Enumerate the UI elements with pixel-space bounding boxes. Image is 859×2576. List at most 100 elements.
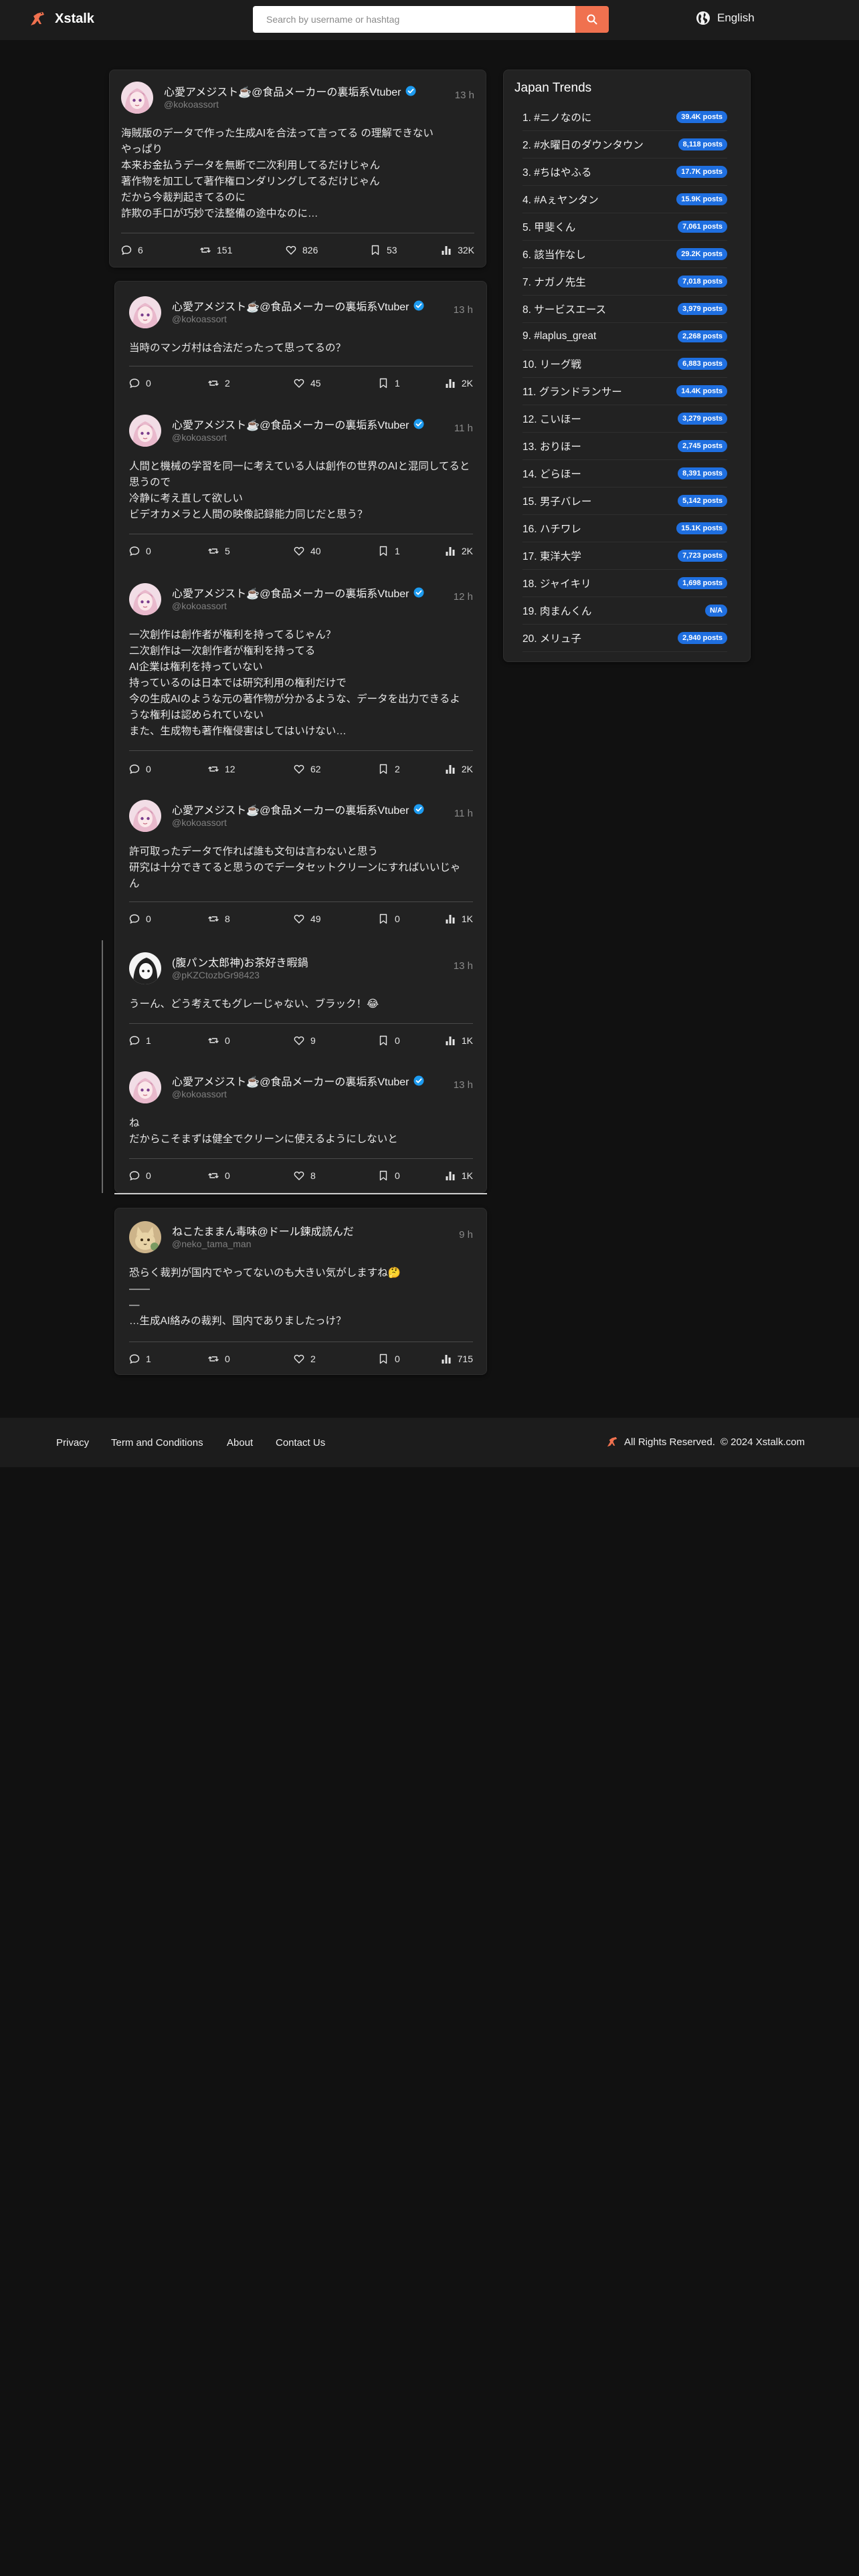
view-count: 2K	[461, 378, 473, 389]
tweet[interactable]: ねこたままん毒味@ドール鍊成読んだ @neko_tama_man 9 h 恐らく裁判が…	[129, 1221, 473, 1368]
retweet-button[interactable]: 0	[208, 1354, 230, 1364]
view-count: 1K	[461, 914, 473, 924]
bookmark-button[interactable]: 53	[370, 245, 397, 255]
search-input[interactable]	[253, 6, 575, 33]
tweet[interactable]: (腹パン太郎神)お茶好き暇鍋 @pKZCtozbGr98423 13 h うーん、どう…	[129, 952, 473, 1050]
search-button[interactable]	[575, 6, 609, 33]
tweet-actions: 0 2 45 1 2K	[129, 378, 473, 391]
footer-link-about[interactable]: About	[227, 1437, 253, 1448]
reply-button[interactable]: 1	[129, 1035, 151, 1046]
trend-name: 9. #laplus_great	[522, 330, 597, 342]
bookmark-button[interactable]: 2	[378, 764, 400, 774]
author-name[interactable]: ねこたままん毒味@ドール鍊成読んだ	[172, 1222, 354, 1239]
avatar[interactable]	[129, 800, 161, 832]
footer-link-contact[interactable]: Contact Us	[276, 1437, 325, 1448]
tweet[interactable]: 心愛アメジスト☕️@食品メーカーの裏垢系Vtuber @kokoassort 11 …	[129, 800, 473, 928]
retweet-button[interactable]: 0	[208, 1035, 230, 1046]
bookmark-button[interactable]: 0	[378, 1035, 400, 1046]
avatar[interactable]	[129, 1221, 161, 1253]
like-button[interactable]: 2	[294, 1354, 316, 1364]
trend-item[interactable]: 14. どらほー 8,391 posts	[522, 460, 727, 488]
author-name[interactable]: 心愛アメジスト☕️@食品メーカーの裏垢系Vtuber	[172, 298, 409, 314]
author-handle[interactable]: @kokoassort	[172, 314, 227, 324]
retweet-button[interactable]: 0	[208, 1170, 230, 1181]
retweet-button[interactable]: 12	[208, 764, 235, 774]
author-handle[interactable]: @pKZCtozbGr98423	[172, 970, 260, 980]
trend-item[interactable]: 5. 甲斐くん 7,061 posts	[522, 213, 727, 241]
language-selector[interactable]: English	[696, 11, 755, 25]
trend-item[interactable]: 19. 肉まんくん N/A	[522, 597, 727, 625]
author-name[interactable]: (腹パン太郎神)お茶好き暇鍋	[172, 954, 308, 970]
bookmark-button[interactable]: 0	[378, 914, 400, 924]
like-button[interactable]: 62	[294, 764, 321, 774]
retweet-button[interactable]: 151	[200, 245, 232, 255]
bookmark-icon	[379, 914, 387, 924]
trend-item[interactable]: 10. リーグ戦 6,883 posts	[522, 350, 727, 378]
trend-item[interactable]: 18. ジャイキリ 1,698 posts	[522, 570, 727, 597]
retweet-count: 0	[225, 1354, 230, 1364]
tweet[interactable]: 心愛アメジスト☕️@食品メーカーの裏垢系Vtuber @kokoassort 11 …	[129, 415, 473, 560]
reply-button[interactable]: 0	[129, 546, 151, 556]
footer-link-privacy[interactable]: Privacy	[56, 1437, 89, 1448]
author-name[interactable]: 心愛アメジスト☕️@食品メーカーの裏垢系Vtuber	[172, 416, 409, 432]
reply-button[interactable]: 0	[129, 764, 151, 774]
tweet-timestamp: 11 h	[454, 808, 473, 819]
author-handle[interactable]: @neko_tama_man	[172, 1239, 252, 1249]
bookmark-button[interactable]: 1	[378, 546, 400, 556]
trend-item[interactable]: 3. #ちはやふる 17.7K posts	[522, 158, 727, 186]
trend-item[interactable]: 15. 男子バレー 5,142 posts	[522, 488, 727, 515]
trend-item[interactable]: 2. #水曜日のダウンタウン 8,118 posts	[522, 131, 727, 158]
trend-item[interactable]: 9. #laplus_great 2,268 posts	[522, 323, 727, 350]
footer-link-terms[interactable]: Term and Conditions	[111, 1437, 203, 1448]
like-button[interactable]: 40	[294, 546, 321, 556]
bookmark-button[interactable]: 0	[378, 1354, 400, 1364]
like-button[interactable]: 49	[294, 914, 321, 924]
trend-item[interactable]: 1. #ニノなのに 39.4K posts	[522, 104, 727, 131]
bookmark-button[interactable]: 0	[378, 1170, 400, 1181]
avatar[interactable]	[129, 952, 161, 984]
author-name[interactable]: 心愛アメジスト☕️@食品メーカーの裏垢系Vtuber	[172, 801, 409, 817]
trend-item[interactable]: 17. 東洋大学 7,723 posts	[522, 542, 727, 570]
avatar[interactable]	[121, 82, 153, 114]
trend-item[interactable]: 7. ナガノ先生 7,018 posts	[522, 268, 727, 296]
reply-button[interactable]: 0	[129, 914, 151, 924]
retweet-button[interactable]: 5	[208, 546, 230, 556]
author-name[interactable]: 心愛アメジスト☕️@食品メーカーの裏垢系Vtuber	[172, 584, 409, 601]
author-name[interactable]: 心愛アメジスト☕️@食品メーカーの裏垢系Vtuber	[172, 1073, 409, 1089]
brand-logo[interactable]: Xstalk	[28, 9, 94, 28]
trend-item[interactable]: 13. おりほー 2,745 posts	[522, 433, 727, 460]
bookmark-count: 2	[395, 764, 400, 774]
retweet-button[interactable]: 2	[208, 378, 230, 389]
reply-button[interactable]: 1	[129, 1354, 151, 1364]
trend-item[interactable]: 16. ハチワレ 15.1K posts	[522, 515, 727, 542]
avatar[interactable]	[129, 296, 161, 328]
trend-item[interactable]: 8. サービスエース 3,979 posts	[522, 296, 727, 323]
trend-item[interactable]: 4. #Aぇヤンタン 15.9K posts	[522, 186, 727, 213]
retweet-button[interactable]: 8	[208, 914, 230, 924]
author-handle[interactable]: @kokoassort	[172, 817, 227, 828]
bookmark-button[interactable]: 1	[378, 378, 400, 389]
tweet[interactable]: 心愛アメジスト☕️@食品メーカーの裏垢系Vtuber @kokoassort 13 …	[129, 296, 473, 393]
trend-item[interactable]: 6. 該当作なし 29.2K posts	[522, 241, 727, 268]
like-button[interactable]: 826	[286, 245, 318, 255]
avatar[interactable]	[129, 583, 161, 615]
author-name[interactable]: 心愛アメジスト☕️@食品メーカーの裏垢系Vtuber	[164, 83, 401, 99]
author-handle[interactable]: @kokoassort	[172, 432, 227, 443]
trend-item[interactable]: 11. グランドランサー 14.4K posts	[522, 378, 727, 405]
like-button[interactable]: 8	[294, 1170, 316, 1181]
avatar[interactable]	[129, 415, 161, 447]
reply-button[interactable]: 0	[129, 378, 151, 389]
author-handle[interactable]: @kokoassort	[172, 1089, 227, 1099]
author-handle[interactable]: @kokoassort	[164, 99, 219, 110]
author-handle[interactable]: @kokoassort	[172, 601, 227, 611]
tweet[interactable]: 心愛アメジスト☕️@食品メーカーの裏垢系Vtuber @kokoassort 13 …	[129, 1071, 473, 1185]
like-button[interactable]: 45	[294, 378, 321, 389]
reply-button[interactable]: 6	[121, 245, 143, 255]
trend-item[interactable]: 12. こいほー 3,279 posts	[522, 405, 727, 433]
tweet[interactable]: 心愛アメジスト☕️@食品メーカーの裏垢系Vtuber @kokoassort 12 …	[129, 583, 473, 778]
reply-button[interactable]: 0	[129, 1170, 151, 1181]
like-button[interactable]: 9	[294, 1035, 316, 1046]
tweet[interactable]: 心愛アメジスト☕️@食品メーカーの裏垢系Vtuber @kokoassort 13 …	[121, 82, 474, 259]
trend-item[interactable]: 20. メリュ子 2,940 posts	[522, 625, 727, 652]
avatar[interactable]	[129, 1071, 161, 1103]
